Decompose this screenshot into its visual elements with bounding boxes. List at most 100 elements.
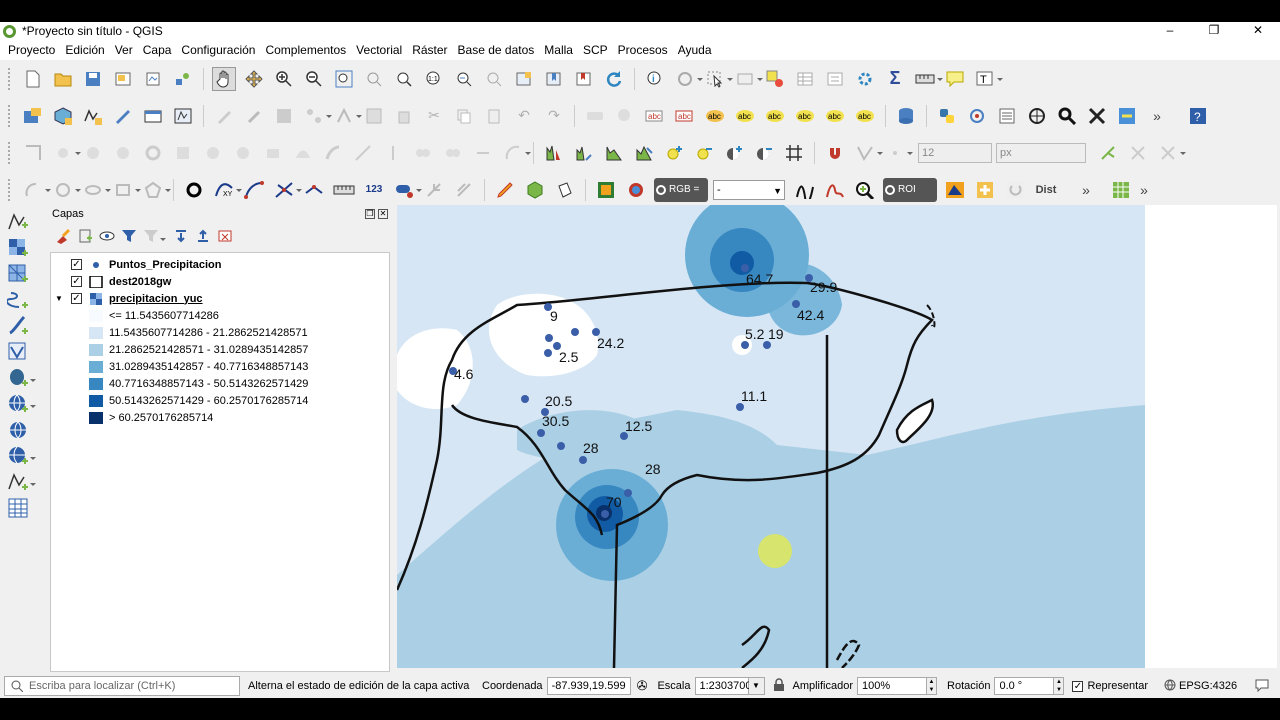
zoom-out-icon[interactable] — [302, 67, 326, 91]
align-raster-icon[interactable] — [542, 141, 566, 165]
menu-procesos[interactable]: Procesos — [618, 43, 668, 57]
undo-icon[interactable]: ↶ — [512, 104, 536, 128]
crs-globe-icon[interactable] — [1164, 679, 1176, 694]
expand-all-icon[interactable] — [172, 227, 190, 245]
map-svg[interactable]: 64.7 29.9 42.4 9 24.2 2.5 5.2 19 4.6 20.… — [397, 205, 1277, 668]
menu-ver[interactable]: Ver — [115, 43, 133, 57]
add-rectangle-icon[interactable] — [111, 178, 141, 202]
numbering-tool-icon[interactable]: 123 — [362, 178, 386, 202]
copy-parallel-icon[interactable] — [452, 178, 476, 202]
measure-line-icon[interactable] — [913, 67, 943, 91]
rotation-spinner-icon[interactable]: ▲ ▼ — [1054, 677, 1065, 695]
select-features-icon[interactable] — [703, 67, 733, 91]
messages-icon[interactable] — [1255, 678, 1269, 695]
menu-configuracion[interactable]: Configuración — [181, 43, 255, 57]
redo-icon[interactable]: ↷ — [542, 104, 566, 128]
toggle-extents-icon[interactable]: ✇ — [637, 678, 648, 694]
avoid-overlap-icon[interactable] — [1126, 141, 1150, 165]
simplify-feature-icon[interactable] — [111, 141, 135, 165]
add-regular-polygon-icon[interactable] — [141, 178, 171, 202]
menu-scp[interactable]: SCP — [583, 43, 608, 57]
layer-row-dest2018gw[interactable]: ✓ dest2018gw — [51, 273, 389, 290]
point-marker[interactable] — [736, 403, 744, 411]
magnifier-field[interactable]: 100% — [857, 677, 928, 695]
reshape-features-icon[interactable] — [291, 141, 315, 165]
add-ellipse-icon[interactable] — [81, 178, 111, 202]
point-marker[interactable] — [544, 349, 552, 357]
add-virtual-layer-icon[interactable] — [6, 342, 30, 362]
scp-rgb-select[interactable]: - ▼ — [713, 179, 785, 200]
scp-zoom-roi-icon[interactable] — [853, 178, 877, 202]
zoom-in-icon[interactable] — [272, 67, 296, 91]
add-circular-string-icon[interactable] — [21, 178, 51, 202]
paste-features-icon[interactable] — [482, 104, 506, 128]
scp-spectral-icon[interactable] — [793, 178, 817, 202]
crs-button[interactable]: EPSG:4326 — [1179, 680, 1237, 692]
select-by-value-icon[interactable] — [733, 67, 763, 91]
toggle-editing-icon[interactable] — [212, 104, 236, 128]
layer-visibility-checkbox[interactable]: ✓ — [71, 276, 82, 287]
new-geopackage-layer-icon[interactable] — [51, 104, 75, 128]
remove-layer-icon[interactable] — [216, 227, 234, 245]
magnifier-spinner-icon[interactable]: ▲ ▼ — [927, 677, 938, 695]
crossing-lines-icon[interactable] — [272, 178, 302, 202]
processing-history-icon[interactable] — [995, 104, 1019, 128]
filter-by-expression-icon[interactable] — [142, 227, 166, 245]
restore-button[interactable]: ❐ — [1192, 22, 1236, 40]
layer-visibility-checkbox[interactable]: ✓ — [71, 259, 82, 270]
menu-vectorial[interactable]: Vectorial — [356, 43, 402, 57]
lock-scale-icon[interactable] — [773, 678, 785, 694]
search-tool-icon[interactable] — [1055, 104, 1079, 128]
help-icon[interactable]: ? — [1186, 104, 1210, 128]
pan-map-icon[interactable] — [212, 66, 236, 91]
add-postgis-layer-icon[interactable] — [6, 368, 36, 388]
layer-visibility-checkbox[interactable]: ✓ — [71, 293, 82, 304]
modify-attributes-icon[interactable] — [362, 104, 386, 128]
add-mesh-layer-icon[interactable] — [6, 264, 30, 284]
new-spatial-bookmark-icon[interactable] — [542, 67, 566, 91]
zoom-full-icon[interactable] — [332, 67, 356, 91]
identify-features-icon[interactable]: i — [643, 67, 667, 91]
point-marker[interactable] — [601, 510, 609, 518]
snapping-tolerance-field[interactable]: 12 — [918, 142, 992, 163]
scp-edit-raster-icon[interactable] — [493, 178, 517, 202]
vertex-tool-icon[interactable] — [332, 104, 362, 128]
add-vector-layer-icon[interactable] — [171, 104, 195, 128]
field-calculator-icon[interactable] — [823, 67, 847, 91]
scp-band-calc-icon[interactable] — [553, 178, 577, 202]
layer-row-puntos[interactable]: ✓ Puntos_Precipitacion — [51, 256, 389, 273]
curve-tool-icon[interactable] — [242, 178, 266, 202]
snapping-magnet-icon[interactable] — [823, 141, 847, 165]
minimize-button[interactable]: – — [1148, 22, 1192, 40]
point-marker[interactable] — [545, 334, 553, 342]
zoom-next-icon[interactable] — [482, 67, 506, 91]
scp-roi-button[interactable]: ROI — [883, 177, 937, 202]
measure-angle-icon[interactable] — [1025, 104, 1049, 128]
zoom-last-icon[interactable] — [452, 67, 476, 91]
point-marker[interactable] — [571, 328, 579, 336]
scp-dist-button[interactable]: Dist — [1033, 178, 1059, 202]
scp-add-roi-icon[interactable] — [973, 178, 997, 202]
zoom-to-selection-icon[interactable] — [362, 67, 386, 91]
toolbar-overflow-icon[interactable]: » — [1139, 178, 1149, 202]
save-layer-edits-icon[interactable] — [272, 104, 296, 128]
layer-labeling-options-icon[interactable]: abc — [643, 104, 667, 128]
close-button[interactable]: ✕ — [1236, 22, 1280, 40]
add-circle-xy-icon[interactable]: XY — [212, 178, 242, 202]
data-source-manager-icon[interactable] — [21, 104, 45, 128]
scp-zoom-preview-icon[interactable] — [594, 178, 618, 202]
menu-capa[interactable]: Capa — [143, 43, 172, 57]
refresh-icon[interactable] — [602, 67, 626, 91]
decrease-brightness-icon[interactable] — [692, 141, 716, 165]
rotate-label-icon[interactable]: abc — [823, 104, 847, 128]
add-vector-layer-icon[interactable] — [6, 212, 30, 232]
new-shapefile-icon[interactable] — [6, 472, 36, 492]
tracing-icon[interactable] — [1156, 141, 1186, 165]
scp-create-roi-icon[interactable] — [943, 178, 967, 202]
digitize-icon[interactable] — [302, 104, 332, 128]
merge-attributes-icon[interactable] — [441, 141, 465, 165]
toolbar-grip[interactable] — [8, 141, 12, 164]
scp-signature-icon[interactable] — [823, 178, 847, 202]
pin-unpin-labels-icon[interactable]: abc — [733, 104, 757, 128]
menu-base-de-datos[interactable]: Base de datos — [458, 43, 535, 57]
